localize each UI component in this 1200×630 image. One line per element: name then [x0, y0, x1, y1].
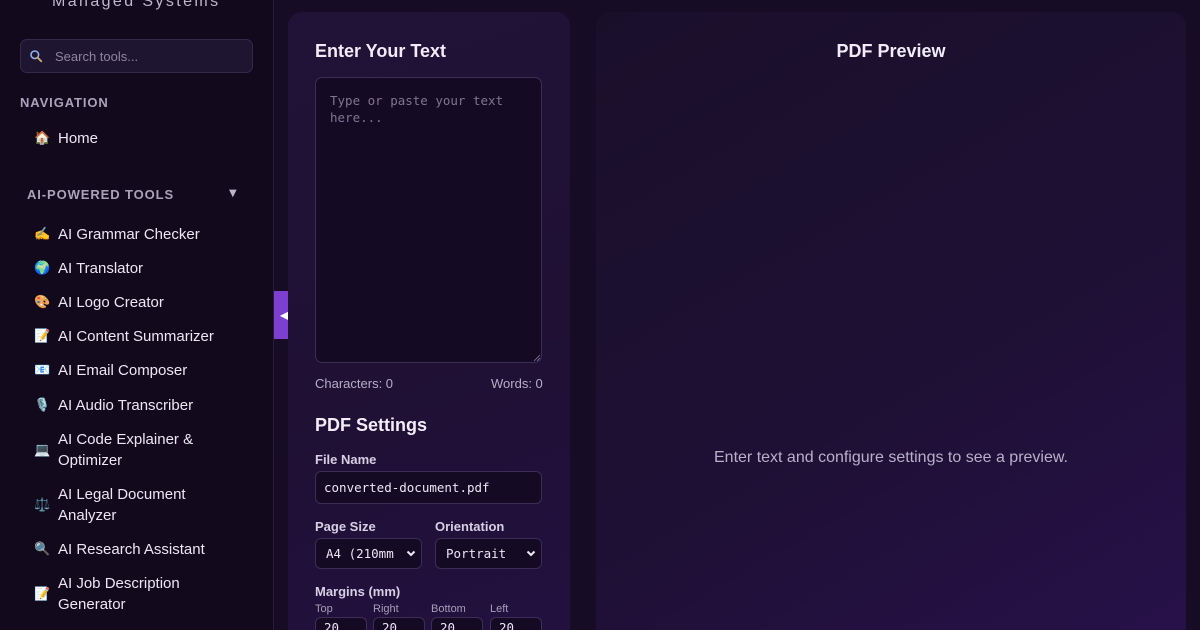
chevron-down-icon — [521, 539, 541, 568]
pdf-settings-title: PDF Settings — [315, 415, 428, 435]
margin-left-input[interactable] — [490, 617, 542, 630]
sidebar-item-label: AI Legal Document Analyzer — [58, 486, 186, 524]
sidebar: Managed Systems NAVIGATION 🏠 Home AI-POW… — [0, 0, 274, 630]
margin-left-label: Left — [490, 603, 509, 615]
sidebar-item-audio-transcriber[interactable]: 🎙️ AI Audio Transcriber — [34, 395, 254, 416]
memo-icon: 📝 — [34, 329, 51, 344]
sidebar-item-logo-creator[interactable]: 🎨 AI Logo Creator — [34, 292, 254, 313]
sidebar-item-grammar-checker[interactable]: ✍️ AI Grammar Checker — [34, 224, 254, 245]
laptop-icon: 💻 — [34, 442, 51, 458]
sidebar-item-label: AI Code Explainer & Optimizer — [58, 431, 194, 469]
sidebar-item-home[interactable]: 🏠 Home — [34, 128, 254, 149]
scales-icon: ⚖️ — [34, 497, 51, 513]
sidebar-item-label: Home — [58, 130, 99, 147]
sidebar-item-label: AI Audio Transcriber — [58, 397, 194, 414]
margin-bottom-input[interactable] — [431, 617, 483, 630]
orientation-select[interactable]: Portrait — [435, 538, 542, 569]
search-input[interactable] — [55, 40, 250, 72]
brand-name: Managed Systems — [52, 0, 221, 10]
navigation-heading: NAVIGATION — [20, 95, 109, 110]
sidebar-item-research-assistant[interactable]: 🔍 AI Research Assistant — [34, 539, 254, 560]
memo-icon: 📝 — [34, 586, 51, 602]
sidebar-item-email-composer[interactable]: 📧 AI Email Composer — [34, 360, 254, 381]
search-icon — [30, 50, 43, 63]
sidebar-item-legal-analyzer[interactable]: ⚖️ AI Legal Document Analyzer — [34, 484, 254, 526]
margin-right-label: Right — [373, 603, 399, 615]
sidebar-item-job-description[interactable]: 📝 AI Job Description Generator — [34, 573, 254, 615]
search-box[interactable] — [20, 39, 253, 73]
margin-right-input[interactable] — [373, 617, 425, 630]
margin-top-input[interactable] — [315, 617, 367, 630]
file-name-field[interactable] — [315, 471, 542, 504]
sidebar-item-content-summarizer[interactable]: 📝 AI Content Summarizer — [34, 326, 254, 347]
margin-bottom-label: Bottom — [431, 603, 466, 615]
preview-panel — [596, 12, 1186, 630]
writing-hand-icon: ✍️ — [34, 227, 51, 242]
sidebar-item-label: AI Content Summarizer — [58, 328, 214, 345]
margins-label: Margins (mm) — [315, 584, 401, 599]
file-name-label: File Name — [315, 452, 377, 467]
orientation-label: Orientation — [435, 519, 505, 534]
microphone-icon: 🎙️ — [34, 398, 51, 413]
preview-empty-message: Enter text and configure settings to see… — [714, 449, 1068, 466]
sidebar-item-label: AI Email Composer — [58, 362, 188, 379]
sidebar-item-label: AI Grammar Checker — [58, 226, 200, 243]
orientation-value: Portrait — [446, 546, 507, 561]
chevron-down-icon[interactable]: ▼ — [229, 188, 237, 199]
sidebar-item-label: AI Research Assistant — [58, 541, 205, 558]
margin-top-label: Top — [315, 603, 333, 615]
ai-tools-heading: AI-POWERED TOOLS — [27, 187, 175, 202]
preview-title: PDF Preview — [836, 41, 946, 61]
character-count: Characters: 0 — [315, 376, 394, 391]
sidebar-item-label: AI Job Description Generator — [58, 575, 180, 613]
sidebar-item-label: AI Translator — [58, 260, 144, 277]
page-size-select[interactable]: A4 (210mm × 297mm) — [315, 538, 422, 569]
word-count: Words: 0 — [491, 376, 543, 391]
input-title: Enter Your Text — [315, 41, 447, 61]
resize-handle-icon[interactable] — [533, 354, 541, 362]
magnifier-icon: 🔍 — [34, 542, 51, 557]
email-icon: 📧 — [34, 363, 51, 378]
palette-icon: 🎨 — [34, 295, 51, 310]
home-icon: 🏠 — [34, 131, 51, 146]
sidebar-item-translator[interactable]: 🌍 AI Translator — [34, 258, 254, 279]
text-input-area[interactable] — [315, 77, 542, 363]
sidebar-item-code-explainer[interactable]: 💻 AI Code Explainer & Optimizer — [34, 429, 254, 471]
sidebar-item-label: AI Logo Creator — [58, 294, 164, 311]
chevron-down-icon — [401, 539, 421, 568]
page-size-label: Page Size — [315, 519, 376, 534]
globe-icon: 🌍 — [34, 261, 51, 276]
